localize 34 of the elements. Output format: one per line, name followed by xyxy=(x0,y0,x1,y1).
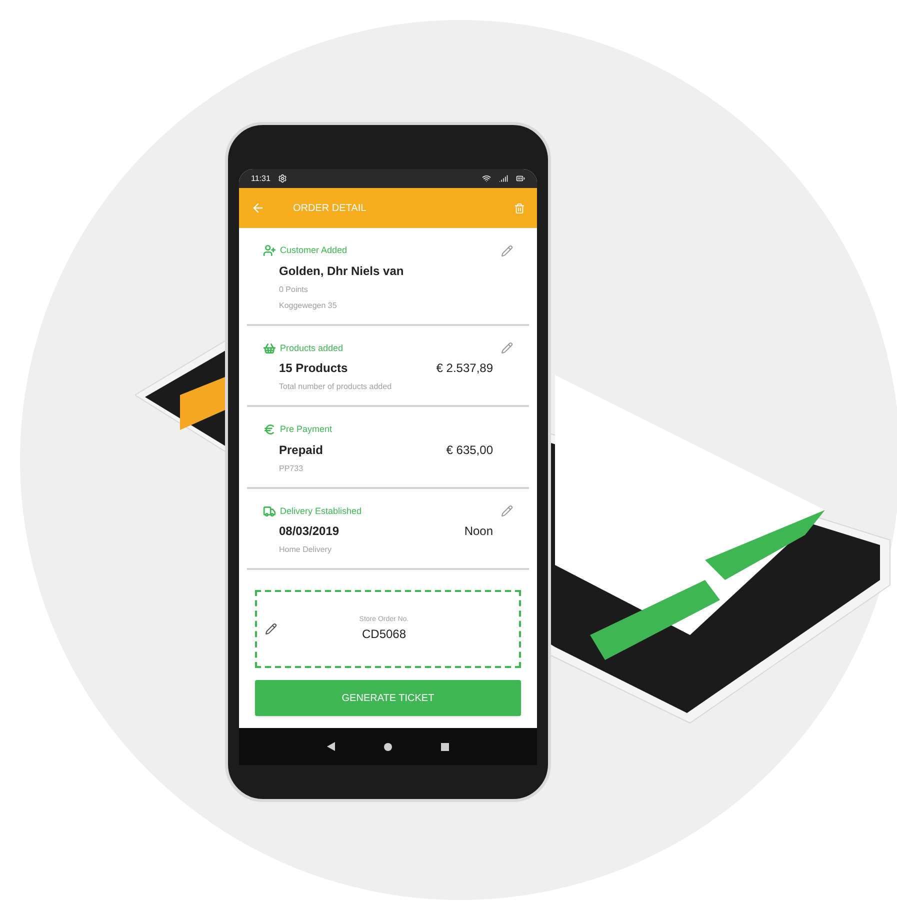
section-value: Noon xyxy=(464,523,493,540)
status-time: 11:31 xyxy=(251,172,270,184)
section-title: 08/03/2019 xyxy=(279,523,340,540)
signal-icon xyxy=(499,174,508,183)
section-detail: 0 Points xyxy=(278,284,309,296)
recents-square-icon[interactable] xyxy=(440,742,449,750)
section-detail: Total number of products added xyxy=(278,381,393,393)
section-detail: Home Delivery xyxy=(278,544,332,556)
generate-ticket-button[interactable]: GENERATE TICKET xyxy=(255,680,521,716)
delete-icon[interactable] xyxy=(514,202,525,214)
section-label: Pre Payment xyxy=(280,423,332,436)
section-label: Delivery Established xyxy=(280,504,362,518)
section-label: Products added xyxy=(280,342,344,354)
euro-icon xyxy=(263,423,276,436)
back-triangle-icon[interactable] xyxy=(327,742,336,751)
truck-icon xyxy=(263,504,276,518)
section-title: Golden, Dhr Niels van xyxy=(279,262,404,280)
section-detail: PP733 xyxy=(278,462,304,474)
wifi-icon xyxy=(482,174,491,183)
section-title: Prepaid xyxy=(279,442,324,458)
settings-icon xyxy=(278,174,288,183)
section-detail: Koggewegen 35 xyxy=(278,300,338,312)
section-title: 15 Products xyxy=(279,360,348,377)
section-value: € 2.537,89 xyxy=(436,360,493,377)
section-value: € 635,00 xyxy=(446,442,493,458)
basket-icon xyxy=(263,342,276,355)
app-bar-title: ORDER DETAIL xyxy=(293,202,366,216)
section-label: Customer Added xyxy=(280,244,348,257)
back-icon[interactable] xyxy=(251,201,265,215)
store-order-number: CD5068 xyxy=(362,626,406,644)
edit-icon[interactable] xyxy=(265,623,277,635)
user-plus-icon xyxy=(263,244,276,258)
battery-icon xyxy=(516,174,525,183)
home-circle-icon[interactable] xyxy=(384,742,392,750)
